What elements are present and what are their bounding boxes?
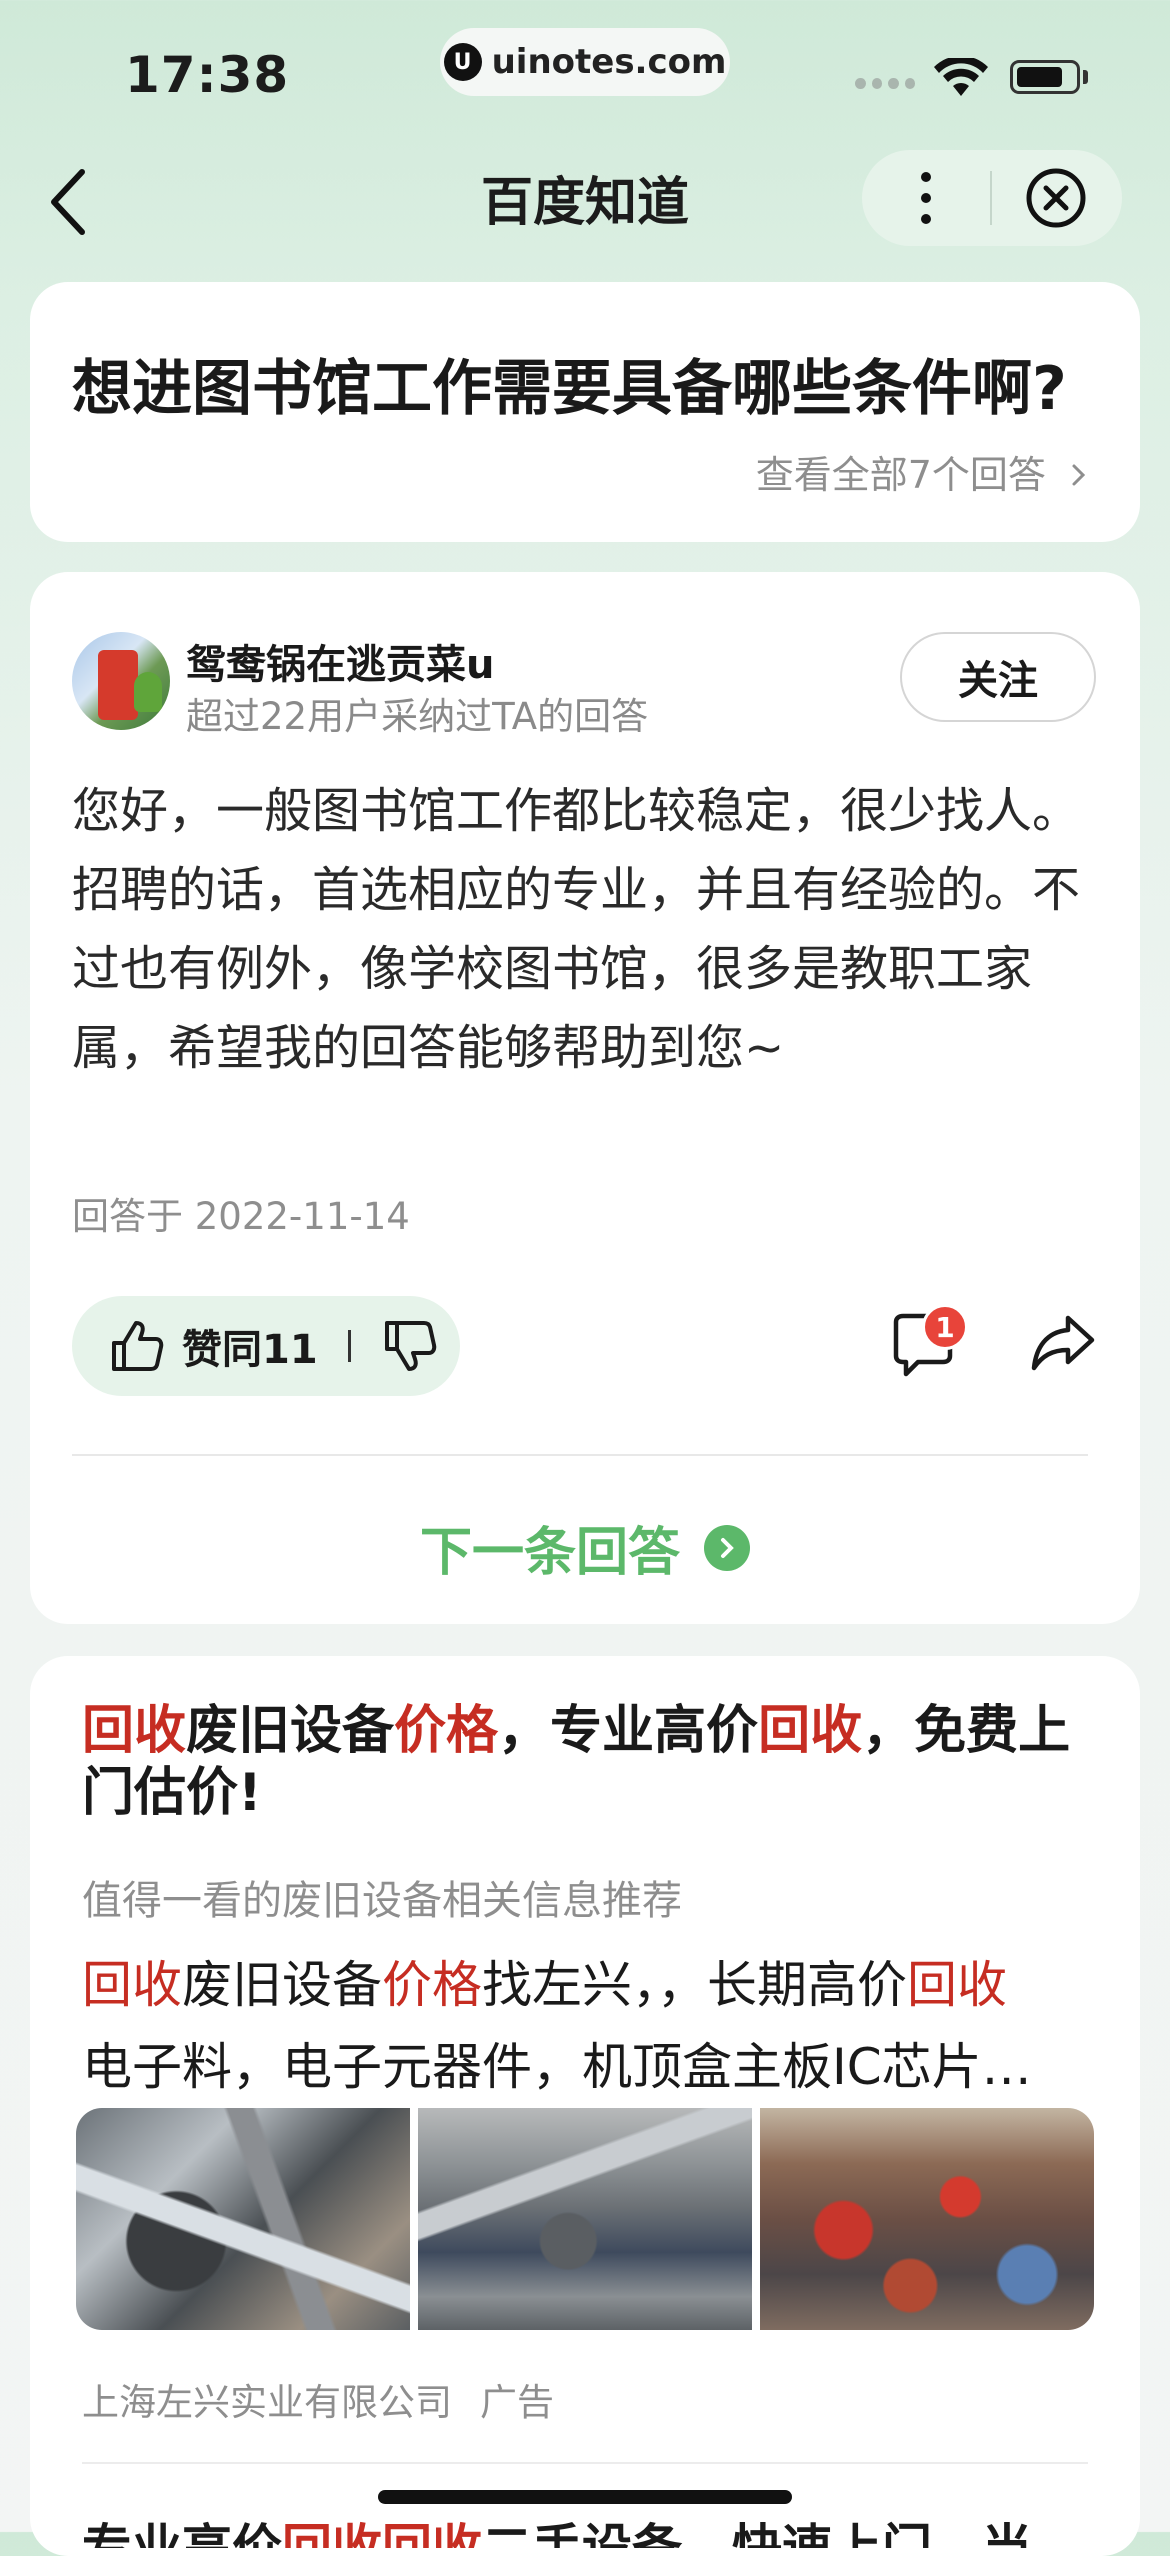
thumbs-down-icon[interactable] (381, 1317, 439, 1375)
ad-desc-highlight: 价格 (382, 1956, 482, 2014)
ad-image-scrap-pile[interactable] (418, 2108, 752, 2330)
ad-desc-highlight: 回收 (907, 1956, 1007, 2014)
mini-program-capsule (862, 150, 1122, 246)
vote-bar: 赞同11 (72, 1296, 460, 1396)
next-ad-title[interactable]: 专业高价回收回收二手设备，快速上门，当 (82, 2508, 1092, 2548)
chevron-circle-icon (704, 1524, 750, 1571)
home-indicator[interactable] (378, 2490, 792, 2504)
more-options-button[interactable] (862, 150, 990, 246)
ad-title-highlight: 价格 (394, 1701, 499, 1761)
ad-title-highlight: 回收 (758, 1701, 863, 1761)
answer-text: 您好，一般图书馆工作都比较稳定，很少找人。招聘的话，首选相应的专业，并且有经验的… (72, 783, 1081, 1076)
ad-desc-text: 废旧设备 (182, 1956, 382, 2014)
thumbs-up-icon[interactable] (108, 1317, 166, 1375)
next-ad-text: 专业高价 (82, 2519, 282, 2548)
next-ad-highlight: 回收回收 (282, 2519, 482, 2548)
ad-desc-highlight: 回收 (82, 1956, 182, 2014)
url-text: uinotes.com (491, 42, 727, 82)
close-button[interactable] (992, 150, 1120, 246)
like-count: 赞同11 (182, 1327, 318, 1373)
more-dots-icon (921, 172, 931, 224)
comment-count-badge: 1 (922, 1304, 968, 1350)
battery-icon (1010, 60, 1080, 94)
next-answer-button[interactable]: 下一条回答 (0, 1510, 1170, 1585)
ad-description: 回收废旧设备价格找左兴，，长期高价回收 电子料，电子元器件，机顶盒主板IC芯片… (82, 1944, 1082, 2108)
question-title: 想进图书馆工作需要具备哪些条件啊? (72, 354, 1067, 424)
follow-button[interactable]: 关注 (900, 632, 1096, 722)
next-answer-label: 下一条回答 (419, 1523, 680, 1583)
chevron-right-icon (1072, 464, 1086, 486)
view-all-answers-link[interactable]: 查看全部7个回答 (756, 444, 1090, 499)
vote-divider (347, 1330, 351, 1362)
ad-tag: 广告 (480, 2381, 554, 2424)
view-all-answers-label: 查看全部7个回答 (755, 453, 1046, 497)
uinotes-logo-icon: U (443, 43, 482, 81)
ad-source: 上海左兴实业有限公司 广告 (82, 2372, 554, 2426)
ad-title-text: 废旧设备 (186, 1701, 395, 1761)
ad-desc-line2: 电子料，电子元器件，机顶盒主板IC芯片… (82, 2038, 1032, 2096)
ad-advertiser: 上海左兴实业有限公司 (82, 2381, 452, 2424)
answer-date: 回答于 2022-11-14 (72, 1195, 410, 1238)
ad-image-row (76, 2108, 1094, 2330)
ad-title-text: ，专业高价 (498, 1701, 759, 1761)
ad-subtitle: 值得一看的废旧设备相关信息推荐 (82, 1878, 682, 1924)
share-icon[interactable] (1030, 1312, 1096, 1372)
battery-tip (1083, 70, 1088, 84)
close-circle-icon (1026, 168, 1086, 228)
ad-image-scrap-motors[interactable] (760, 2108, 1094, 2330)
answer-divider (72, 1454, 1088, 1456)
next-ad-text: 二手设备，快速上门，当 (482, 2519, 1032, 2548)
answer-user-stats: 超过22用户采纳过TA的回答 (186, 695, 649, 738)
wifi-icon (934, 58, 988, 96)
ad-title[interactable]: 回收废旧设备价格，专业高价回收，免费上门估价! (82, 1700, 1082, 1824)
answer-username[interactable]: 鸳鸯锅在逃贡菜u (186, 632, 494, 690)
url-pill[interactable]: U uinotes.com (440, 28, 730, 96)
signal-icon (855, 78, 915, 90)
ad-image-scrap-metal[interactable] (76, 2108, 410, 2330)
ad-divider (82, 2462, 1088, 2464)
avatar[interactable] (72, 632, 170, 730)
status-time: 17:38 (125, 46, 290, 104)
ad-title-highlight: 回收 (82, 1701, 187, 1761)
ad-desc-text: 找左兴，，长期高价 (482, 1956, 907, 2014)
